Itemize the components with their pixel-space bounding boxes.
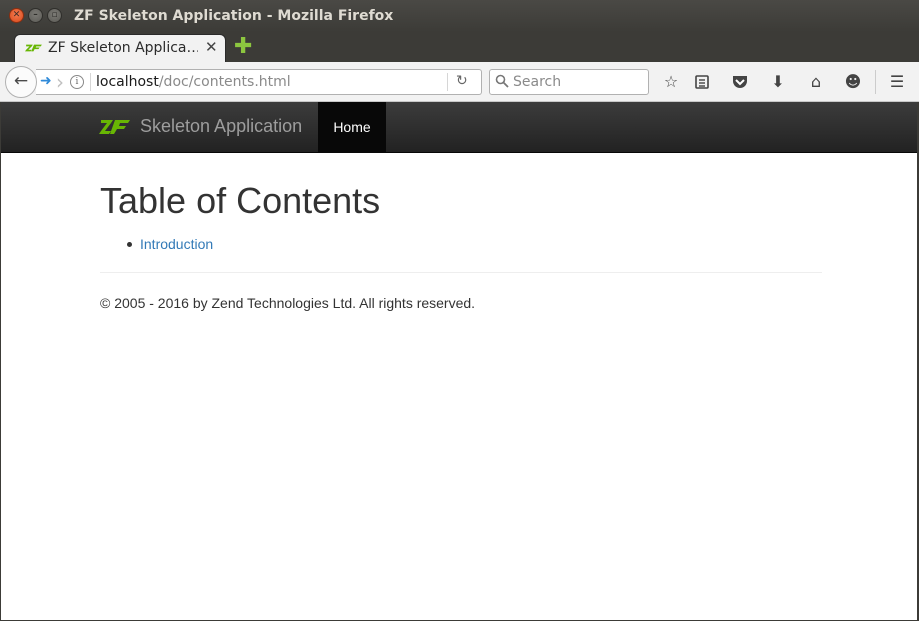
window-close-button[interactable]: ✕ (9, 8, 24, 23)
reload-icon[interactable]: ↻ (456, 73, 468, 89)
toolbar-divider (875, 70, 876, 94)
maximize-icon: ▫ (51, 10, 58, 20)
window-title: ZF Skeleton Application - Mozilla Firefo… (74, 8, 394, 24)
zf-favicon-icon (25, 44, 42, 52)
forward-arrow-icon[interactable]: ➜ (40, 73, 52, 89)
footer-divider (100, 272, 822, 273)
bullet (127, 242, 132, 247)
footer-copyright: © 2005 - 2016 by Zend Technologies Ltd. … (100, 295, 476, 311)
tab-title: ZF Skeleton Applica… (48, 40, 198, 56)
bookmark-star-icon[interactable]: ☆ (661, 73, 681, 91)
site-navbar: Skeleton Application Home (1, 102, 917, 153)
search-input[interactable]: Search (489, 69, 649, 95)
separator-chevron-icon: › (56, 70, 64, 94)
close-icon: ✕ (12, 10, 21, 20)
window-maximize-button[interactable]: ▫ (47, 8, 62, 23)
download-icon[interactable]: ⬇ (768, 73, 788, 91)
nav-home-label: Home (333, 119, 371, 135)
reading-list-icon[interactable] (692, 73, 712, 91)
back-button[interactable]: ← (5, 66, 37, 98)
brand-title[interactable]: Skeleton Application (140, 116, 302, 137)
new-tab-plus-icon[interactable]: ✚ (234, 36, 252, 58)
title-bar: ✕ – ▫ ZF Skeleton Application - Mozilla … (0, 0, 919, 32)
page-title: Table of Contents (100, 180, 381, 221)
nav-home-link[interactable]: Home (318, 102, 386, 153)
toc-item: Introduction (100, 234, 213, 254)
site-info-icon[interactable]: i (70, 75, 84, 89)
url-divider-right (447, 73, 448, 91)
web-page: Skeleton Application Home Table of Conte… (1, 102, 917, 620)
pocket-icon[interactable] (730, 73, 750, 91)
url-bar[interactable]: ➜ › i localhost/doc/contents.html ↻ (36, 69, 482, 95)
hamburger-menu-icon[interactable]: ☰ (887, 73, 907, 91)
tab-close-icon[interactable]: ✕ (205, 38, 218, 56)
home-icon[interactable]: ⌂ (806, 73, 826, 91)
toc-link-introduction[interactable]: Introduction (140, 236, 213, 252)
search-placeholder: Search (513, 74, 562, 90)
search-icon (495, 74, 509, 88)
browser-window: ✕ – ▫ ZF Skeleton Application - Mozilla … (0, 0, 919, 621)
url-host: localhost (96, 74, 159, 90)
tab-strip: ZF Skeleton Applica… ✕ ✚ (0, 32, 919, 62)
back-arrow-icon: ← (13, 71, 29, 91)
url-text[interactable]: localhost/doc/contents.html (96, 74, 291, 90)
toc-list: Introduction (100, 234, 213, 254)
smiley-icon[interactable]: ☻ (843, 73, 863, 91)
minimize-icon: – (33, 10, 38, 20)
navigation-toolbar: ➜ › i localhost/doc/contents.html ↻ ← Se… (0, 62, 919, 102)
window-minimize-button[interactable]: – (28, 8, 43, 23)
url-path: /doc/contents.html (158, 74, 291, 90)
tab-zf-skeleton[interactable]: ZF Skeleton Applica… ✕ (14, 34, 226, 62)
zf-logo-icon[interactable] (99, 118, 131, 136)
url-divider (90, 73, 91, 91)
